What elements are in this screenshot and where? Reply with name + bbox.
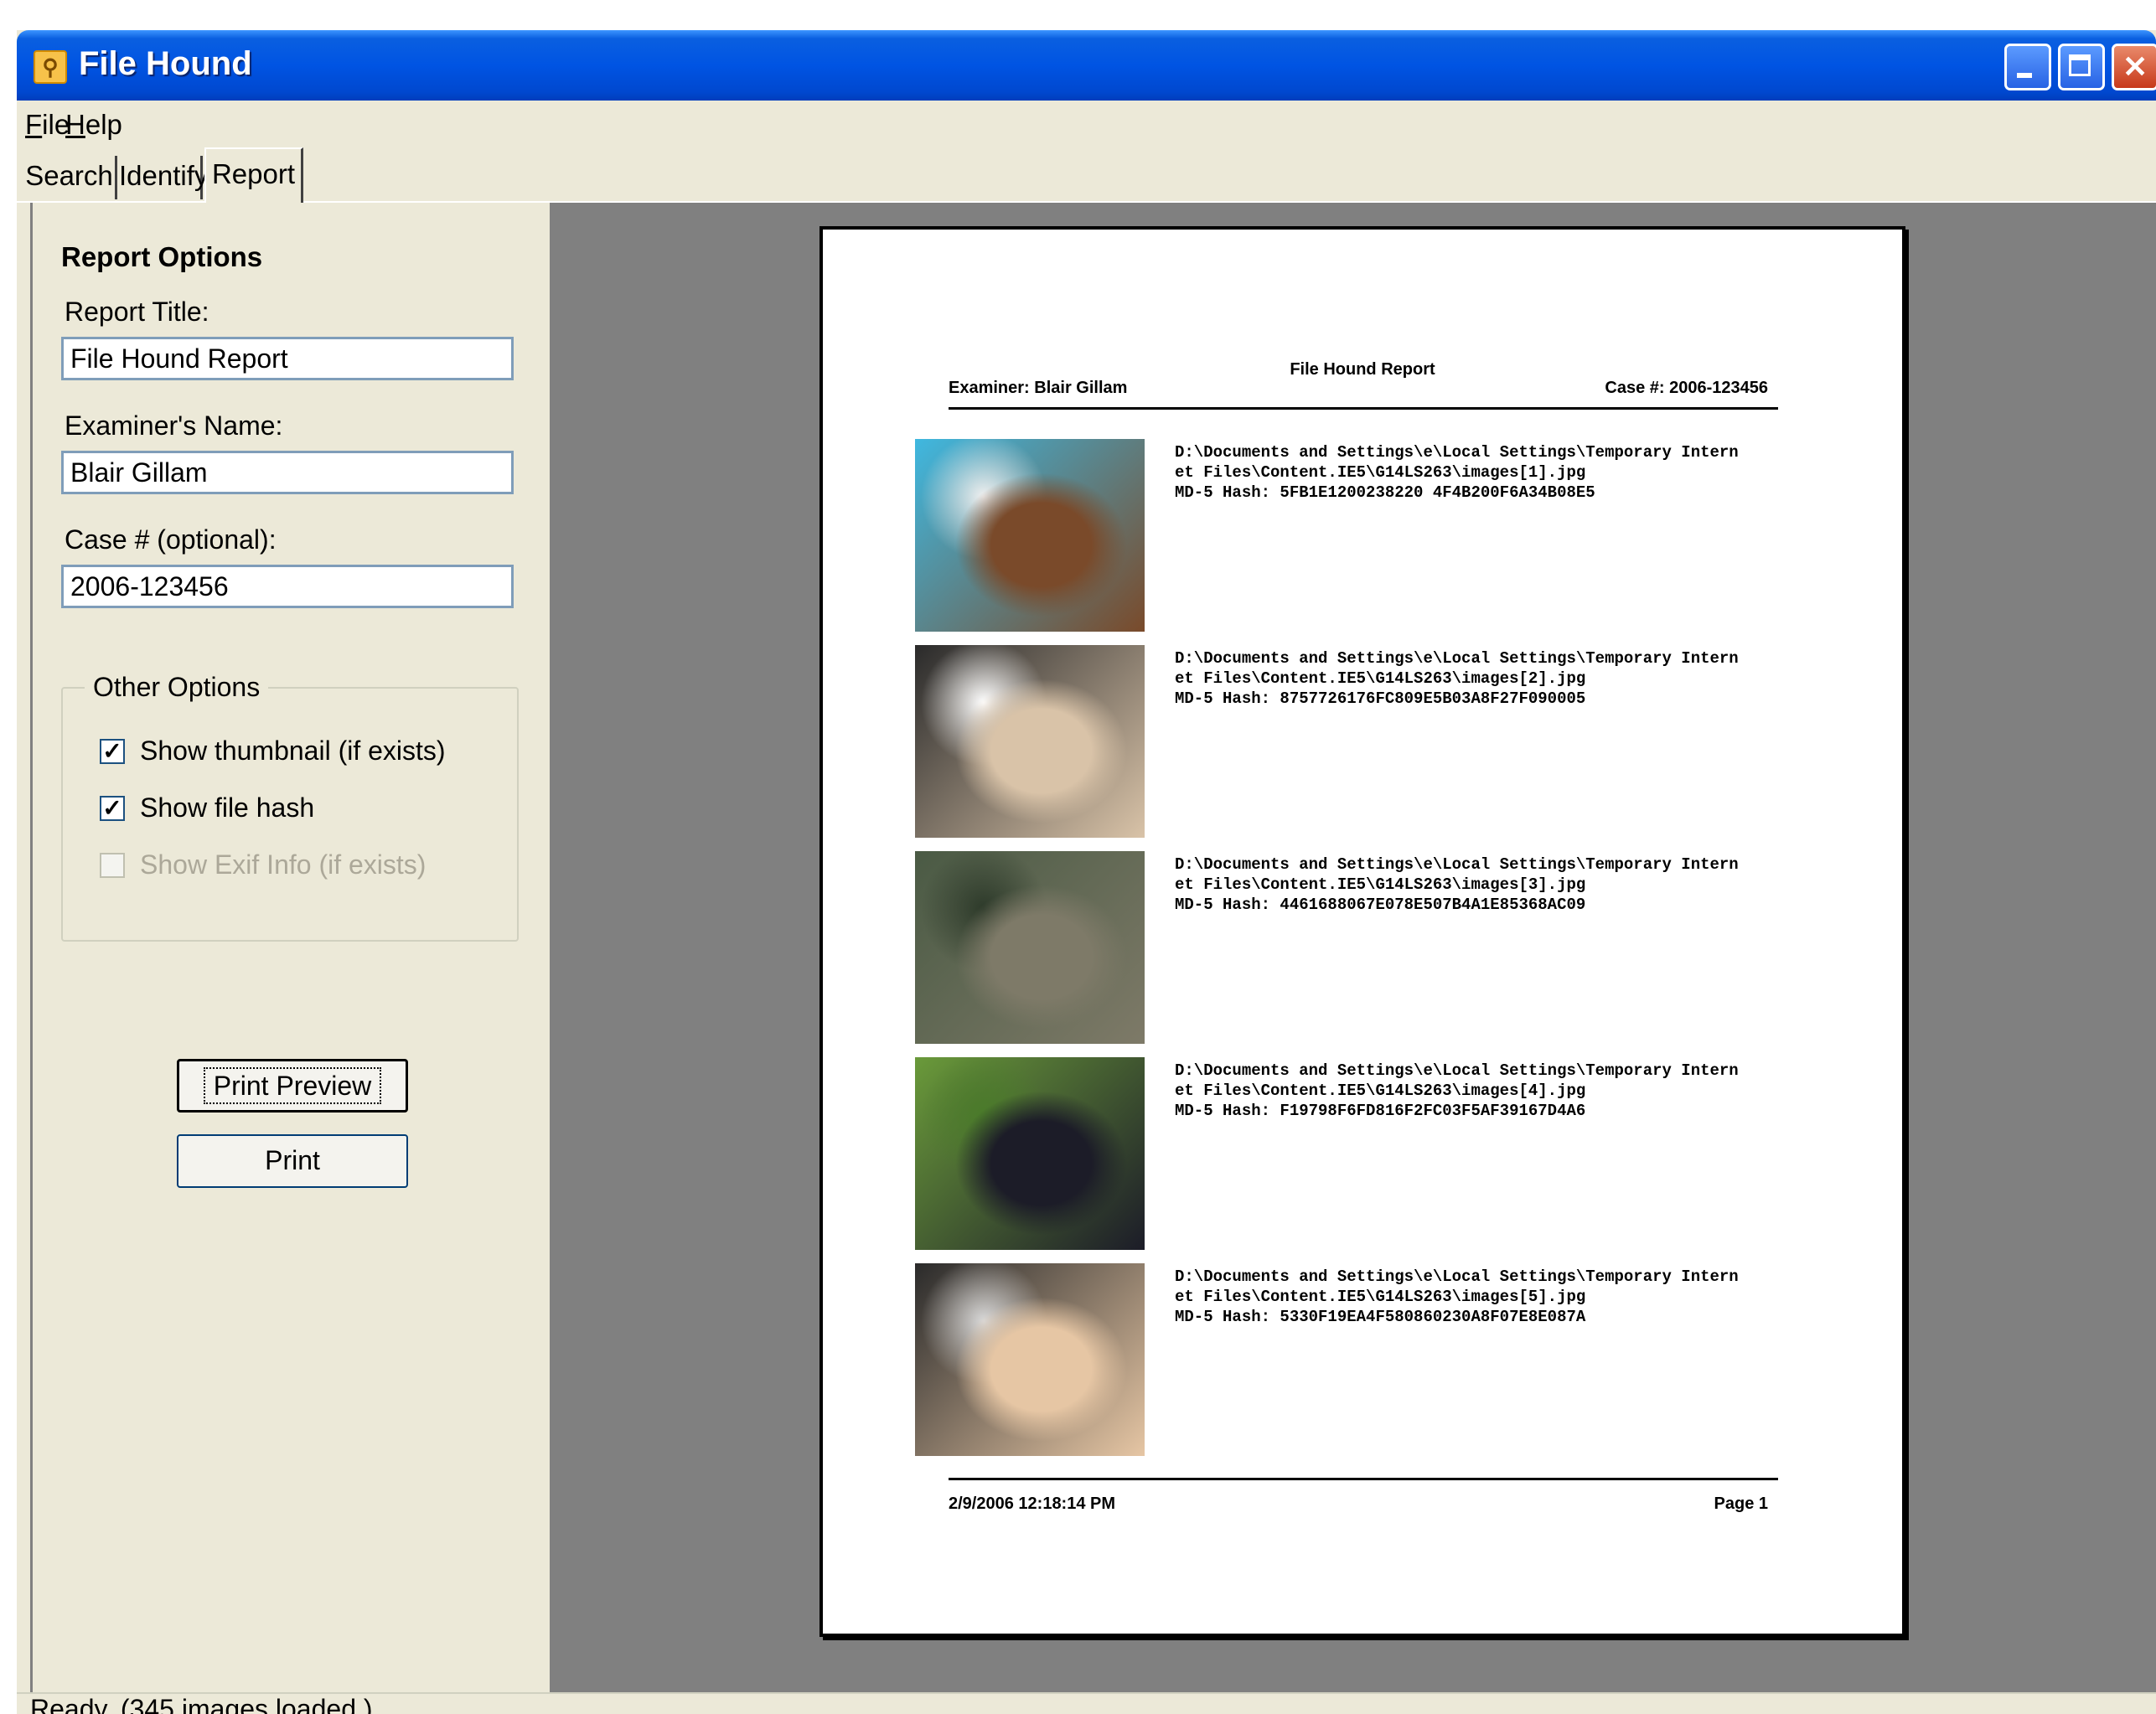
header-rule [949,407,1778,410]
title-bar[interactable]: ⚲ File Hound [17,30,2156,101]
print-preview-area[interactable]: File Hound Report Examiner: Blair Gillam… [550,203,2156,1692]
report-entry-path1: D:\Documents and Settings\e\Local Settin… [1175,1061,1739,1080]
report-thumbnail [915,439,1145,632]
case-number-input[interactable] [61,565,514,608]
report-examiner: Examiner: Blair Gillam [949,379,1128,397]
close-button[interactable] [2112,44,2156,90]
examiner-name-input[interactable] [61,451,514,494]
app-icon: ⚲ [34,50,67,84]
report-entry-hash: MD-5 Hash: F19798F6FD816F2FC03F5AF39167D… [1175,1102,1586,1120]
report-entry-text: D:\Documents and Settings\e\Local Settin… [1175,1267,1739,1327]
report-entry-path1: D:\Documents and Settings\e\Local Settin… [1175,855,1739,874]
report-thumbnail [915,645,1145,838]
report-title-input[interactable] [61,337,514,380]
report-title: File Hound Report [1290,360,1435,379]
maximize-button[interactable] [2058,44,2105,90]
print-preview-button[interactable]: Print Preview [177,1059,408,1113]
report-footer-date: 2/9/2006 12:18:14 PM [949,1495,1116,1513]
report-page: File Hound Report Examiner: Blair Gillam… [819,226,1905,1637]
report-thumbnail [915,1263,1145,1456]
status-bar: Ready. (345 images loaded.) [17,1692,2156,1714]
case-number-label: Case # (optional): [65,524,277,555]
show-exif-label: Show Exif Info (if exists) [140,849,427,880]
report-entry-path2: et Files\Content.IE5\G14LS263\images[5].… [1175,1288,1586,1306]
menu-bar: File Help [17,102,2156,146]
report-entry-path1: D:\Documents and Settings\e\Local Settin… [1175,649,1739,668]
tab-strip: Search Identify Report [17,147,2156,203]
show-hash-label: Show file hash [140,792,315,823]
report-entry-path2: et Files\Content.IE5\G14LS263\images[3].… [1175,875,1586,894]
report-entry-path2: et Files\Content.IE5\G14LS263\images[2].… [1175,669,1586,688]
menu-help[interactable]: Help [65,109,122,141]
report-entry-text: D:\Documents and Settings\e\Local Settin… [1175,1061,1739,1121]
print-button[interactable]: Print [177,1134,408,1188]
report-entry-path1: D:\Documents and Settings\e\Local Settin… [1175,443,1739,462]
report-thumbnail [915,1057,1145,1250]
report-entry-hash: MD-5 Hash: 5FB1E1200238220 4F4B200F6A34B… [1175,483,1595,502]
show-exif-checkbox [100,853,125,878]
report-entry-path1: D:\Documents and Settings\e\Local Settin… [1175,1267,1739,1286]
report-entry-hash: MD-5 Hash: 4461688067E078E507B4A1E85368A… [1175,896,1586,914]
tab-identify[interactable]: Identify [119,156,208,199]
minimize-button[interactable] [2004,44,2051,90]
print-label: Print [265,1145,320,1175]
report-entry-hash: MD-5 Hash: 8757726176FC809E5B03A8F27F090… [1175,689,1586,708]
report-entry-path2: et Files\Content.IE5\G14LS263\images[4].… [1175,1082,1586,1100]
report-entry-path2: et Files\Content.IE5\G14LS263\images[1].… [1175,463,1586,482]
report-options-heading: Report Options [61,241,263,272]
report-options-panel: Report Options Report Title: Examiner's … [30,203,561,1692]
report-entry-text: D:\Documents and Settings\e\Local Settin… [1175,648,1739,709]
tab-search[interactable]: Search [23,156,117,199]
report-entry-hash: MD-5 Hash: 5330F19EA4F580860230A8F07E8E0… [1175,1308,1586,1326]
show-hash-checkbox[interactable]: ✓ [100,796,125,821]
print-preview-label: Print Preview [203,1067,382,1104]
other-options-group: Other Options ✓ Show thumbnail (if exist… [61,672,519,942]
examiner-name-label: Examiner's Name: [65,410,283,441]
report-footer-page: Page 1 [1714,1495,1768,1513]
status-text: Ready. (345 images loaded.) [30,1694,373,1714]
report-entry-text: D:\Documents and Settings\e\Local Settin… [1175,442,1739,503]
report-title-label: Report Title: [65,297,209,327]
menu-file[interactable]: File [25,109,70,141]
file-hound-window: ⚲ File Hound File Help Search Identify R… [17,30,2156,1714]
show-thumbnail-checkbox[interactable]: ✓ [100,739,125,764]
other-options-legend: Other Options [85,672,269,703]
report-case-number: Case #: 2006-123456 [1605,379,1768,397]
show-thumbnail-label: Show thumbnail (if exists) [140,736,446,766]
window-title: File Hound [79,45,252,82]
report-entry-text: D:\Documents and Settings\e\Local Settin… [1175,854,1739,915]
tab-report[interactable]: Report [204,147,303,203]
footer-rule [949,1478,1778,1480]
report-thumbnail [915,851,1145,1044]
